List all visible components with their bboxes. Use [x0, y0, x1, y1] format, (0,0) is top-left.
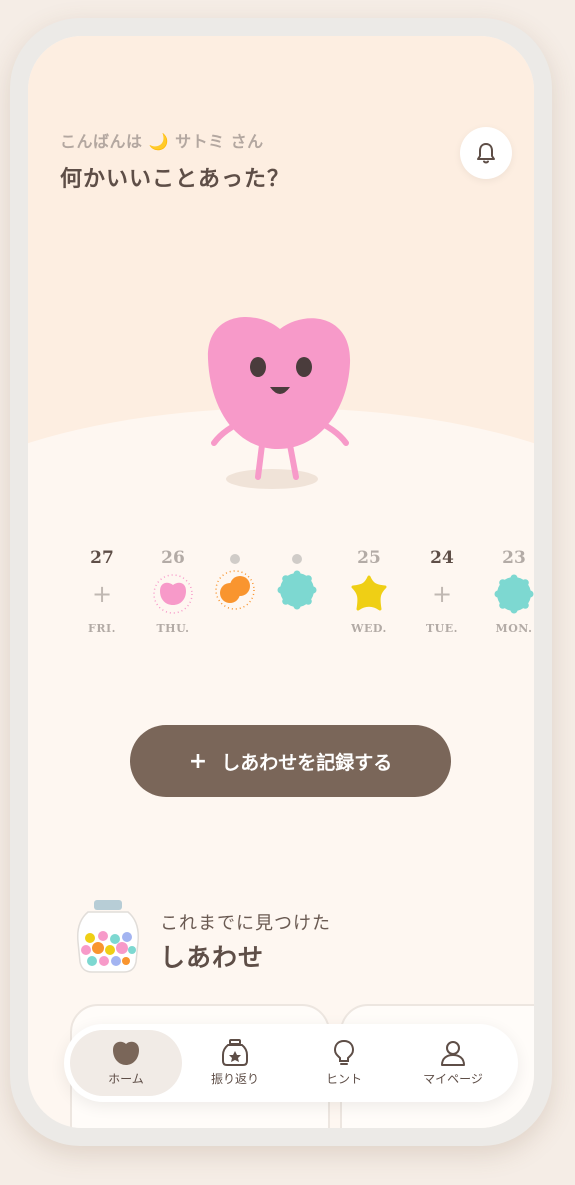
heart-mascot: [207, 317, 351, 489]
yellow-star-blob-icon[interactable]: [339, 574, 399, 614]
day-label: THU.: [156, 622, 190, 635]
day-label: MON.: [495, 622, 533, 635]
app-screen: こんばんは 🌙 サトミ さん 何かいいことあった？ 27 + FRI. 26 T…: [28, 36, 534, 1128]
day-label: [205, 618, 265, 634]
found-title: しあわせ: [160, 943, 265, 972]
found-subtitle: これまでに見つけた: [160, 913, 331, 934]
plus-icon: +: [188, 748, 208, 774]
tab-label: 振り返り: [210, 1072, 259, 1086]
calendar-day-entry-2[interactable]: [267, 548, 327, 634]
day-label: [267, 618, 327, 634]
bell-icon: [477, 143, 495, 164]
tab-hint[interactable]: ヒント: [288, 1030, 400, 1096]
person-icon: [441, 1041, 465, 1066]
teal-flower-blob-icon[interactable]: [267, 570, 327, 610]
tab-label: ホーム: [108, 1072, 144, 1086]
add-record-icon[interactable]: +: [412, 574, 472, 614]
greeting-prefix: こんばんは: [60, 132, 143, 151]
tab-home[interactable]: ホーム: [70, 1030, 182, 1096]
day-label: TUE.: [426, 622, 458, 635]
lightbulb-icon: [333, 1039, 355, 1065]
day-label: WED.: [351, 622, 387, 635]
pink-heart-blob-icon[interactable]: [143, 574, 203, 614]
tab-label: ヒント: [325, 1072, 362, 1086]
record-button-label: しあわせを記録する: [221, 751, 393, 774]
day-label: FRI.: [88, 622, 116, 635]
greeting: こんばんは 🌙 サトミ さん: [60, 128, 264, 152]
entry-dot: [230, 554, 240, 564]
calendar-day-mon[interactable]: 23 MON.: [484, 548, 534, 638]
jar-icon: [222, 1039, 248, 1066]
moon-icon: 🌙: [148, 132, 170, 151]
calendar-day-entry-1[interactable]: [205, 548, 265, 634]
page-title: 何かいいことあった？: [60, 167, 291, 192]
tab-mypage[interactable]: マイページ: [397, 1030, 509, 1096]
calendar-day-tue[interactable]: 24 + TUE.: [412, 548, 472, 638]
bottom-tab-bar: ホーム 振り返り ヒント マイページ: [64, 1024, 518, 1102]
calendar-day-thu[interactable]: 26 THU.: [143, 548, 203, 638]
teal-flower-blob-icon[interactable]: [484, 574, 534, 614]
add-record-icon[interactable]: +: [72, 574, 132, 614]
heart-icon: [113, 1041, 139, 1065]
tab-review[interactable]: 振り返り: [179, 1030, 291, 1096]
happiness-jar-icon: [76, 900, 140, 973]
notification-button[interactable]: [460, 127, 512, 179]
tab-label: マイページ: [423, 1072, 483, 1086]
day-number: 25: [357, 548, 381, 568]
day-number: 23: [502, 548, 526, 568]
day-number: 27: [90, 548, 114, 568]
day-number: 24: [430, 548, 454, 568]
orange-double-blob-icon[interactable]: [205, 570, 265, 610]
calendar-day-wed[interactable]: 25 WED.: [339, 548, 399, 638]
record-happiness-button[interactable]: + しあわせを記録する: [130, 725, 451, 797]
calendar-day-fri[interactable]: 27 + FRI.: [72, 548, 132, 638]
phone-frame: こんばんは 🌙 サトミ さん 何かいいことあった？ 27 + FRI. 26 T…: [10, 18, 552, 1146]
day-number: 26: [161, 548, 185, 568]
entry-dot: [292, 554, 302, 564]
greeting-name: サトミ さん: [175, 132, 264, 151]
